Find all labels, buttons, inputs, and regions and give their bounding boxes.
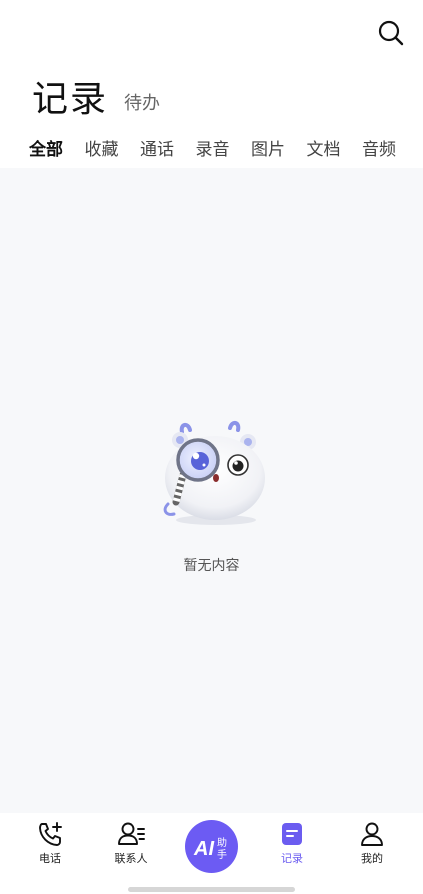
tab-documents[interactable]: 文档 [307,134,363,166]
nav-label-phone: 电话 [39,852,61,865]
nav-item-contacts[interactable]: 联系人 [101,821,161,873]
tab-all[interactable]: 全部 [29,134,85,166]
ai-button-text-bottom: 手 [217,848,227,861]
tab-calls[interactable]: 通话 [140,134,196,166]
title-row: 记录 待办 [32,72,160,122]
tab-images[interactable]: 图片 [251,134,307,166]
ai-assistant-icon: AI 助 手 [193,836,227,861]
profile-icon [361,822,383,846]
nav-item-profile[interactable]: 我的 [342,821,402,873]
records-screen: 记录 待办 全部 收藏 通话 录音 图片 文档 音频 暂无内容 电话 联系人 A… [0,0,423,894]
top-bar [0,0,423,64]
nav-item-phone[interactable]: 电话 [20,821,80,873]
phone-add-icon [39,822,62,846]
ai-button-text-top: 助 [217,836,227,849]
todo-tab[interactable]: 待办 [124,86,160,122]
search-button[interactable] [377,19,405,47]
nav-label-profile: 我的 [361,852,383,865]
filter-tabs: 全部 收藏 通话 录音 图片 文档 音频 [0,134,423,166]
ai-button-main-text: AI [193,838,214,860]
ai-assistant-button[interactable]: AI 助 手 [185,820,238,873]
page-title: 记录 [32,79,109,120]
nav-label-records: 记录 [281,852,303,865]
record-icon [282,823,302,845]
home-indicator [128,887,295,892]
records-list-area: 暂无内容 [0,168,423,813]
mascot-magnifier-illustration [158,420,268,528]
empty-state-text: 暂无内容 [183,558,240,574]
nav-item-records[interactable]: 记录 [262,821,322,873]
search-icon [378,20,404,46]
tab-favorites[interactable]: 收藏 [85,134,141,166]
nav-label-contacts: 联系人 [114,852,148,865]
bottom-nav: 电话 联系人 AI 助 手 记录 我的 [0,813,423,894]
tab-audio[interactable]: 音频 [362,134,418,166]
tab-recordings[interactable]: 录音 [196,134,252,166]
contacts-icon [118,822,145,845]
